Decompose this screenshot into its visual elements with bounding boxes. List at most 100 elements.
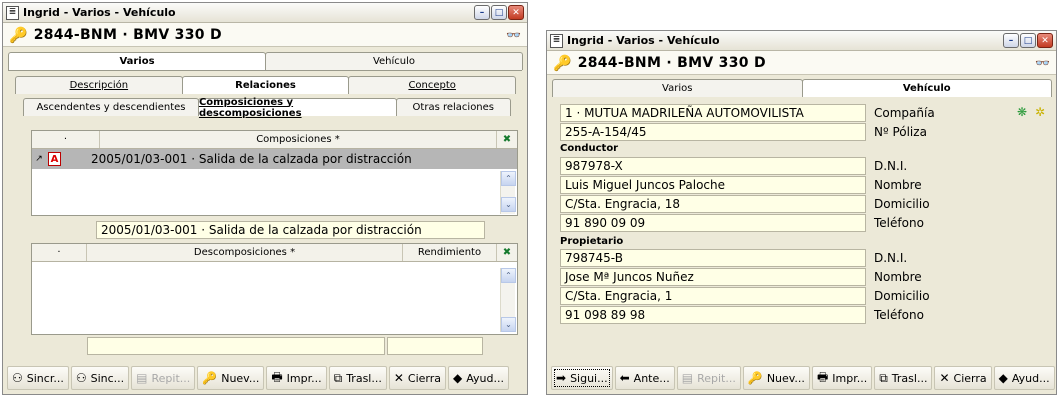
trasl-button[interactable]: ⧉ Trasl... (874, 366, 933, 390)
nuev-button[interactable]: 🔑 Nuev... (197, 366, 265, 390)
key-icon: 🔑 (747, 371, 763, 385)
cierra-button[interactable]: ✕ Cierra (388, 366, 447, 390)
conductor-telefono-field[interactable]: 91 890 09 09 (560, 214, 866, 232)
conductor-domicilio-field[interactable]: C/Sta. Engracia, 18 (560, 195, 866, 213)
composiciones-scrollbar[interactable]: ⌃ ⌄ (500, 171, 516, 214)
excel-icon[interactable]: ✖ (497, 134, 517, 145)
prev-icon: ⬅ (619, 371, 630, 385)
descomposiciones-grid: · Descomposiciones * Rendimiento ✖ ⌃ ⌄ (31, 243, 518, 335)
impr-button[interactable]: 🖶 Impr... (811, 366, 873, 390)
toolbar-button-label: Sigui... (570, 371, 608, 385)
toolbar-button-label: Nuev... (766, 371, 805, 385)
col-rendimiento[interactable]: Rendimiento (403, 244, 497, 261)
add-icon[interactable]: ❋ (1017, 105, 1027, 119)
repeat-icon: ▤ (136, 371, 148, 385)
maximize-button[interactable]: □ (1020, 33, 1036, 48)
tab-ascendentes[interactable]: Ascendentes y descendientes (23, 98, 199, 116)
propietario-telefono-field[interactable]: 91 098 89 98 (560, 306, 866, 324)
close-window-button[interactable]: ✕ (508, 5, 524, 20)
tab-descripcion[interactable]: Descripción (15, 76, 183, 94)
maximize-button[interactable]: □ (491, 5, 507, 20)
sigui-button[interactable]: ➡ Sigui... (551, 366, 613, 390)
close-icon: ✕ (939, 371, 950, 385)
sincr-button[interactable]: ⚇ Sincr... (7, 366, 69, 390)
record-header: 🔑 2844-BNM · BMV 330 D 👓 (547, 51, 1056, 75)
toolbar-button-label: Sinc... (90, 371, 125, 385)
repit-button[interactable]: ▤ Repit... (131, 366, 196, 390)
col-dot[interactable]: · (32, 244, 87, 261)
col-descomposiciones[interactable]: Descomposiciones * (87, 244, 403, 261)
poliza-field[interactable]: 255-A-154/45 (560, 123, 866, 141)
propietario-dni-field[interactable]: 798745-B (560, 249, 866, 267)
conductor-nombre-field[interactable]: Luis Miguel Juncos Paloche (560, 176, 866, 194)
sub-tabs: Descripción Relaciones Concepto (15, 76, 517, 94)
sinc-button[interactable]: ⚇ Sinc... (70, 366, 130, 390)
record-title: 2844-BNM · BMV 330 D (33, 26, 222, 43)
title-bar[interactable]: ≣ Ingrid - Varios - Vehículo – □ ✕ (547, 31, 1056, 51)
toolbar-button-label: Impr... (286, 371, 322, 385)
binoculars-icon[interactable]: 👓 (1035, 56, 1050, 70)
search-icon[interactable]: ✲ (1035, 105, 1045, 119)
trasl-button[interactable]: ⧉ Trasl... (328, 366, 387, 390)
tab-vehiculo[interactable]: Vehículo (265, 52, 523, 70)
composicion-detail-field[interactable]: 2005/01/03-001 · Salida de la calzada po… (96, 221, 485, 239)
scroll-down-button[interactable]: ⌄ (501, 197, 516, 212)
tab-relaciones[interactable]: Relaciones (181, 76, 350, 94)
conductor-domicilio-label: Domicilio (874, 197, 930, 211)
descomposiciones-scrollbar[interactable]: ⌃ ⌄ (500, 268, 516, 332)
toolbar-button-label: Repit... (697, 371, 736, 385)
impr-button[interactable]: 🖶 Impr... (266, 366, 327, 390)
ante-button[interactable]: ⬅ Ante... (614, 366, 675, 390)
toolbar-button-label: Sincr... (26, 371, 64, 385)
title-bar[interactable]: ≣ Ingrid - Varios - Vehículo – □ ✕ (3, 3, 527, 23)
conductor-nombre-label: Nombre (874, 178, 922, 192)
table-row[interactable]: ↗ A 2005/01/03-001 · Salida de la calzad… (32, 149, 517, 169)
help-icon: ◆ (998, 371, 1008, 385)
left-toolbar: ⚇ Sincr... ⚇ Sinc... ▤ Repit... 🔑 Nuev... 🖶 Impr.… (3, 362, 527, 394)
propietario-nombre-field[interactable]: Jose Mª Juncos Nuñez (560, 268, 866, 286)
cierra-button[interactable]: ✕ Cierra (934, 366, 992, 390)
nuev-button[interactable]: 🔑 Nuev... (742, 366, 810, 390)
ayud-button[interactable]: ◆ Ayud... (448, 366, 509, 390)
tab-concepto[interactable]: Concepto (348, 76, 517, 94)
close-window-button[interactable]: ✕ (1037, 33, 1053, 48)
link-icon: ↗ (35, 154, 43, 164)
minimize-button[interactable]: – (474, 5, 490, 20)
propietario-domicilio-field[interactable]: C/Sta. Engracia, 1 (560, 287, 866, 305)
tab-composiciones[interactable]: Composiciones y descomposiciones (197, 97, 397, 119)
composiciones-grid: · Composiciones * ✖ ↗ A 2005/01/03-001 ·… (31, 130, 518, 216)
conductor-dni-field[interactable]: 987978-X (560, 157, 866, 175)
propietario-nombre-label: Nombre (874, 270, 922, 284)
tab-vehiculo[interactable]: Vehículo (801, 79, 1052, 97)
minimize-button[interactable]: – (1003, 33, 1019, 48)
descomposicion-detail-field[interactable] (87, 337, 385, 355)
scroll-up-button[interactable]: ⌃ (501, 171, 516, 186)
rendimiento-detail-field[interactable] (387, 337, 483, 355)
compania-field[interactable]: 1 · MUTUA MADRILEÑA AUTOMOVILISTA (560, 104, 866, 122)
scroll-up-button[interactable]: ⌃ (501, 268, 516, 283)
excel-icon[interactable]: ✖ (497, 247, 517, 258)
transfer-icon: ⧉ (879, 370, 888, 385)
window-title: Ingrid - Varios - Vehículo (567, 34, 720, 47)
composicion-text: 2005/01/03-001 · Salida de la calzada po… (91, 152, 412, 166)
tab-varios[interactable]: Varios (552, 79, 803, 97)
window-title: Ingrid - Varios - Vehículo (23, 6, 176, 19)
ayud-button[interactable]: ◆ Ayud... (993, 366, 1055, 390)
toolbar-button-label: Ante... (633, 371, 670, 385)
toolbar-button-label: Cierra (953, 371, 987, 385)
binoculars-icon[interactable]: 👓 (506, 28, 521, 42)
col-composiciones[interactable]: Composiciones * (100, 131, 497, 148)
propietario-telefono-label: Teléfono (874, 308, 924, 322)
main-tabs: Varios Vehículo (552, 79, 1052, 97)
propietario-dni-label: D.N.I. (874, 251, 908, 265)
key-icon: 🔑 (553, 53, 572, 72)
propietario-section: Propietario (560, 236, 624, 247)
right-toolbar: ➡ Sigui... ⬅ Ante... ▤ Repit... 🔑 Nuev... 🖶 Impr.… (547, 362, 1056, 394)
record-header: 🔑 2844-BNM · BMV 330 D 👓 (3, 23, 527, 47)
repit-button[interactable]: ▤ Repit... (676, 366, 741, 390)
record-title: 2844-BNM · BMV 330 D (577, 54, 766, 71)
tab-varios[interactable]: Varios (8, 52, 266, 70)
scroll-down-button[interactable]: ⌄ (501, 317, 516, 332)
tab-otras-relaciones[interactable]: Otras relaciones (395, 98, 511, 116)
col-dot[interactable]: · (32, 131, 100, 148)
